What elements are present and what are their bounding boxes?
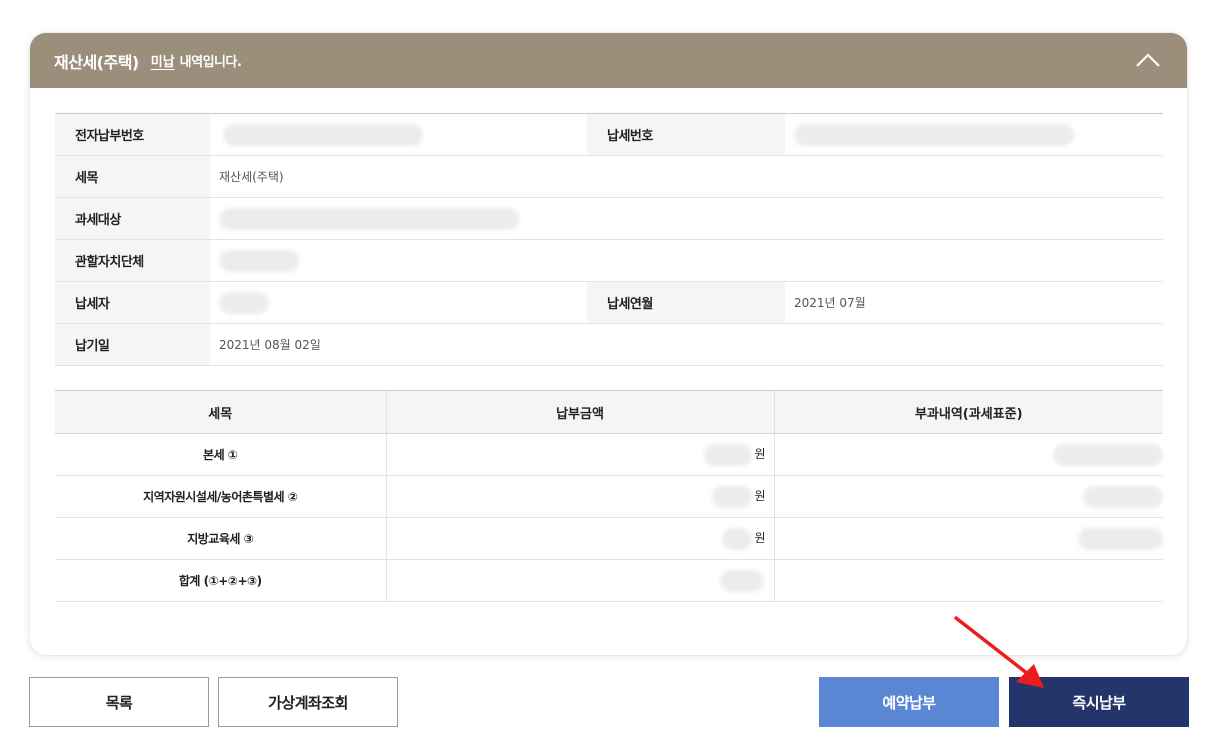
redacted-value bbox=[219, 207, 519, 230]
row-amount: 원 bbox=[385, 433, 774, 476]
redacted-value bbox=[794, 123, 1074, 146]
row-item: 합계 (①+②+③) bbox=[55, 559, 386, 602]
card-header: 재산세(주택) 미납 내역입니다. bbox=[30, 33, 1187, 88]
tax-detail-card: 재산세(주택) 미납 내역입니다. 전자납부번호 납세번호 세목 재산세(주택) bbox=[30, 33, 1187, 655]
virtual-account-button[interactable]: 가상계좌조회 bbox=[218, 677, 398, 727]
chevron-up-icon bbox=[1136, 53, 1160, 67]
collapse-button[interactable] bbox=[1133, 47, 1163, 73]
col-header-amount: 납부금액 bbox=[385, 390, 774, 434]
won-unit: 원 bbox=[754, 489, 766, 503]
table-row: 본세 ① 원 bbox=[55, 433, 1163, 476]
info-row: 납기일 2021년 08월 02일 bbox=[55, 323, 1163, 366]
list-button[interactable]: 목록 bbox=[29, 677, 209, 727]
tax-no-label: 납세번호 bbox=[587, 113, 785, 156]
redacted-value bbox=[1078, 527, 1163, 550]
row-item: 지역자원시설세/농어촌특별세 ② bbox=[55, 475, 386, 518]
redacted-value bbox=[219, 291, 269, 314]
row-assessment bbox=[773, 517, 1163, 560]
redacted-value bbox=[1083, 485, 1163, 508]
tax-month-label: 납세연월 bbox=[587, 281, 785, 324]
won-unit: 원 bbox=[754, 447, 766, 461]
taxpayer-label: 납세자 bbox=[55, 281, 210, 324]
info-row: 관할자치단체 bbox=[55, 239, 1163, 282]
due-date-value: 2021년 08월 02일 bbox=[210, 323, 1163, 366]
due-date-label: 납기일 bbox=[55, 323, 210, 366]
redacted-value bbox=[719, 569, 764, 592]
header-suffix: 내역입니다. bbox=[179, 55, 242, 70]
redacted-value bbox=[219, 249, 299, 272]
redacted-value bbox=[722, 527, 753, 550]
tax-object-label: 과세대상 bbox=[55, 197, 210, 240]
info-row: 전자납부번호 납세번호 bbox=[55, 113, 1163, 156]
tax-type-title: 재산세(주택) bbox=[54, 52, 139, 72]
col-header-tax-item: 세목 bbox=[55, 390, 386, 434]
table-row: 지역자원시설세/농어촌특별세 ② 원 bbox=[55, 475, 1163, 518]
local-gov-label: 관할자치단체 bbox=[55, 239, 210, 282]
redacted-value bbox=[223, 123, 423, 146]
red-arrow-icon bbox=[954, 616, 1044, 688]
redacted-value bbox=[704, 443, 753, 466]
col-header-assessment: 부과내역(과세표준) bbox=[773, 390, 1163, 434]
redacted-value bbox=[712, 485, 753, 508]
tax-info-table: 전자납부번호 납세번호 세목 재산세(주택) 과세대상 관할자치단체 납세자 납… bbox=[55, 113, 1163, 366]
row-assessment bbox=[773, 433, 1163, 476]
local-gov-value bbox=[210, 239, 1163, 282]
row-assessment bbox=[773, 559, 1163, 602]
electronic-payment-no-value bbox=[210, 113, 587, 156]
tax-no-value bbox=[785, 113, 1163, 156]
row-amount: 원 bbox=[385, 517, 774, 560]
info-row: 과세대상 bbox=[55, 197, 1163, 240]
row-item: 본세 ① bbox=[55, 433, 386, 476]
electronic-payment-no-label: 전자납부번호 bbox=[55, 113, 210, 156]
tax-object-value bbox=[210, 197, 1163, 240]
row-item: 지방교육세 ③ bbox=[55, 517, 386, 560]
tax-item-label: 세목 bbox=[55, 155, 210, 198]
unpaid-status: 미납 bbox=[150, 55, 175, 70]
row-amount: 원 bbox=[385, 475, 774, 518]
info-row: 납세자 납세연월 2021년 07월 bbox=[55, 281, 1163, 324]
tax-month-value: 2021년 07월 bbox=[785, 281, 1163, 324]
taxpayer-value bbox=[210, 281, 587, 324]
redacted-value bbox=[1053, 443, 1163, 466]
table-row: 합계 (①+②+③) bbox=[55, 559, 1163, 602]
info-row: 세목 재산세(주택) bbox=[55, 155, 1163, 198]
won-unit: 원 bbox=[754, 531, 766, 545]
row-assessment bbox=[773, 475, 1163, 518]
table-row: 지방교육세 ③ 원 bbox=[55, 517, 1163, 560]
row-amount bbox=[385, 559, 774, 602]
tax-item-value: 재산세(주택) bbox=[210, 155, 1163, 198]
payment-amount-table: 세목 납부금액 부과내역(과세표준) 본세 ① 원 지역자원시설세/농어촌특별세… bbox=[55, 390, 1163, 602]
